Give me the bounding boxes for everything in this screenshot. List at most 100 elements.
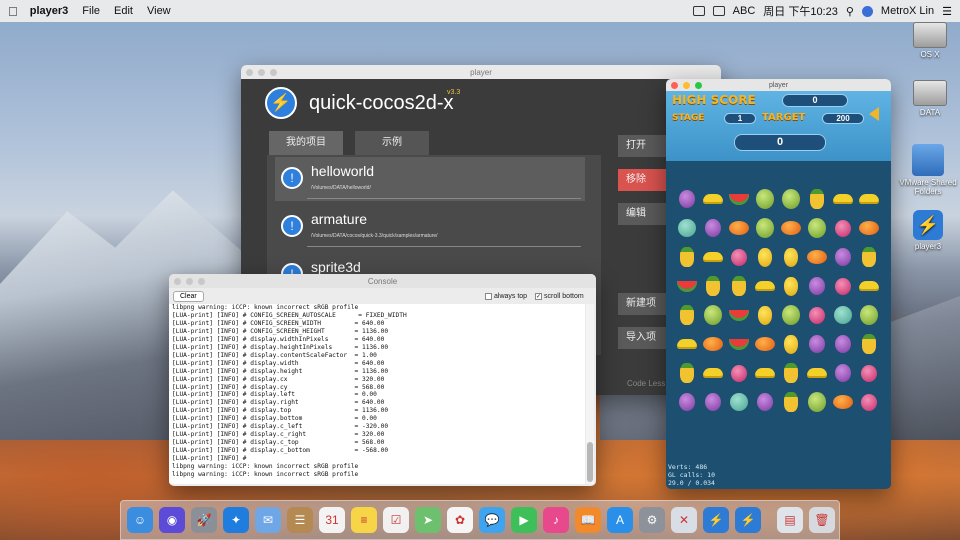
desktop-icon-vmware-shared[interactable]: VMware Shared Folders: [898, 144, 958, 196]
fruit-tile[interactable]: [857, 303, 881, 327]
scroll-bottom-checkbox[interactable]: ✓ scroll bottom: [535, 292, 584, 300]
fruit-tile[interactable]: [753, 332, 777, 356]
fruit-tile[interactable]: [831, 245, 855, 269]
clear-button[interactable]: Clear: [173, 290, 204, 302]
fruit-tile[interactable]: [701, 187, 725, 211]
fruit-tile[interactable]: [805, 216, 829, 240]
photos-icon[interactable]: ✿: [447, 507, 473, 533]
fruit-tile[interactable]: [857, 274, 881, 298]
project-item-armature[interactable]: ! armature /Volumes/DATA/cocos/quick-3.3…: [275, 205, 585, 249]
fruit-tile[interactable]: [675, 216, 699, 240]
user-name[interactable]: MetroX Lin: [881, 5, 934, 17]
fruit-tile[interactable]: [805, 303, 829, 327]
search-icon[interactable]: ⚲: [846, 5, 854, 18]
fruit-tile[interactable]: [779, 274, 803, 298]
fruit-tile[interactable]: [675, 390, 699, 414]
finder-icon[interactable]: ☺: [127, 507, 153, 533]
game-titlebar[interactable]: player: [666, 79, 891, 91]
fruit-tile[interactable]: [701, 332, 725, 356]
edit-menu[interactable]: Edit: [114, 5, 133, 17]
fruit-tile[interactable]: [727, 390, 751, 414]
fruit-tile[interactable]: [857, 245, 881, 269]
fruit-tile[interactable]: [779, 390, 803, 414]
downloads-stack-icon[interactable]: ▤: [777, 507, 803, 533]
file-menu[interactable]: File: [82, 5, 100, 17]
fruit-tile[interactable]: [727, 216, 751, 240]
console-scrollbar[interactable]: [586, 304, 594, 484]
fruit-tile[interactable]: [753, 187, 777, 211]
console-titlebar[interactable]: Console: [169, 274, 596, 288]
fruit-tile[interactable]: [779, 187, 803, 211]
mail-icon[interactable]: ✉: [255, 507, 281, 533]
messages-icon[interactable]: 💬: [479, 507, 505, 533]
xcode-icon[interactable]: ✕: [671, 507, 697, 533]
fruit-tile[interactable]: [753, 274, 777, 298]
project-item-helloworld[interactable]: ! helloworld /Volumes/DATA/helloworld/: [275, 157, 585, 201]
tab-my-projects[interactable]: 我的项目: [269, 131, 343, 155]
menubar-clock[interactable]: 周日 下午10:23: [763, 3, 838, 19]
fruit-tile[interactable]: [753, 390, 777, 414]
fruit-tile[interactable]: [831, 361, 855, 385]
contacts-icon[interactable]: ☰: [287, 507, 313, 533]
fruit-tile[interactable]: [675, 332, 699, 356]
fruit-tile[interactable]: [701, 245, 725, 269]
launchpad-icon[interactable]: 🚀: [191, 507, 217, 533]
desktop-icon-player3[interactable]: ⚡ player3: [898, 210, 958, 251]
fruit-tile[interactable]: [675, 274, 699, 298]
fruit-tile[interactable]: [675, 361, 699, 385]
fruit-tile[interactable]: [701, 216, 725, 240]
maps-icon[interactable]: ➤: [415, 507, 441, 533]
system-preferences-icon[interactable]: ⚙: [639, 507, 665, 533]
fruit-tile[interactable]: [857, 332, 881, 356]
fruit-tile[interactable]: [675, 245, 699, 269]
speaker-icon[interactable]: [869, 107, 879, 121]
tab-samples[interactable]: 示例: [355, 131, 429, 155]
fruit-tile[interactable]: [779, 332, 803, 356]
fruit-tile[interactable]: [753, 361, 777, 385]
fruit-tile[interactable]: [727, 274, 751, 298]
app-menu[interactable]: player3: [30, 5, 69, 17]
siri-icon[interactable]: ◉: [159, 507, 185, 533]
fruit-tile[interactable]: [831, 303, 855, 327]
fruit-tile[interactable]: [701, 390, 725, 414]
itunes-icon[interactable]: ♪: [543, 507, 569, 533]
fruit-tile[interactable]: [779, 216, 803, 240]
apple-menu-icon[interactable]: : [8, 4, 18, 19]
player3-icon[interactable]: ⚡: [735, 507, 761, 533]
safari-icon[interactable]: ✦: [223, 507, 249, 533]
fruit-tile[interactable]: [779, 303, 803, 327]
notes-icon[interactable]: ≡: [351, 507, 377, 533]
fruit-tile[interactable]: [753, 303, 777, 327]
fruit-tile[interactable]: [857, 216, 881, 240]
appstore-icon[interactable]: A: [607, 507, 633, 533]
fruit-tile[interactable]: [727, 332, 751, 356]
fruit-tile[interactable]: [675, 303, 699, 327]
fruit-tile[interactable]: [727, 245, 751, 269]
fruit-tile[interactable]: [701, 274, 725, 298]
fruit-tile[interactable]: [805, 274, 829, 298]
fruit-tile[interactable]: [753, 245, 777, 269]
fruit-tile[interactable]: [753, 216, 777, 240]
facetime-icon[interactable]: ▶: [511, 507, 537, 533]
fruit-tile[interactable]: [805, 361, 829, 385]
trash-icon[interactable]: 🗑: [809, 507, 835, 533]
desktop-icon-osx[interactable]: OS X: [900, 22, 960, 59]
fruit-tile[interactable]: [831, 216, 855, 240]
player-icon[interactable]: ⚡: [703, 507, 729, 533]
fruit-tile[interactable]: [701, 361, 725, 385]
fruit-tile[interactable]: [805, 245, 829, 269]
fruit-tile[interactable]: [805, 332, 829, 356]
fruit-tile[interactable]: [831, 274, 855, 298]
fruit-tile[interactable]: [831, 332, 855, 356]
fruit-tile[interactable]: [779, 361, 803, 385]
fruit-board[interactable]: [666, 187, 891, 417]
fruit-tile[interactable]: [857, 187, 881, 211]
fruit-tile[interactable]: [831, 187, 855, 211]
reminders-icon[interactable]: ☑: [383, 507, 409, 533]
fruit-tile[interactable]: [857, 390, 881, 414]
fruit-tile[interactable]: [857, 361, 881, 385]
fruit-tile[interactable]: [831, 390, 855, 414]
fruit-tile[interactable]: [779, 245, 803, 269]
notification-center-icon[interactable]: ☰: [942, 5, 952, 18]
fruit-tile[interactable]: [805, 390, 829, 414]
